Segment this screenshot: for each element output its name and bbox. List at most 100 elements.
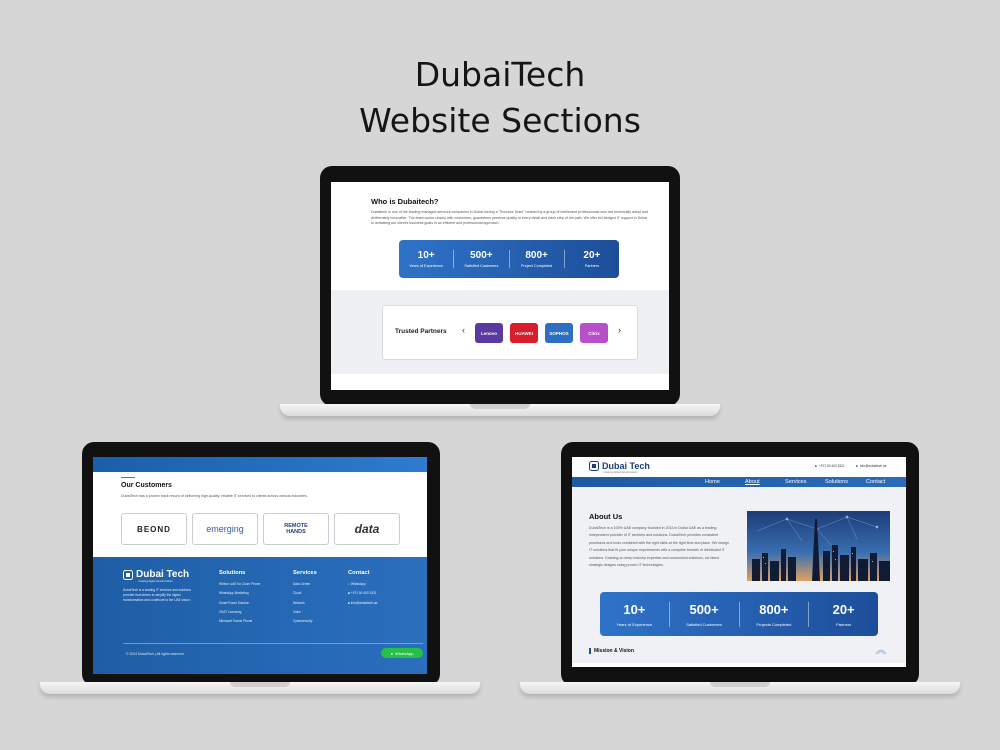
stat-label: Years of Experience — [616, 621, 653, 627]
trusted-partners-card: Trusted Partners ‹ Lenovo HUAWEI SOPHOS … — [382, 305, 638, 360]
customer-logo-emerging: emerging — [206, 524, 244, 534]
nav-services[interactable]: Services — [785, 479, 806, 485]
stat-number: 500+ — [689, 601, 719, 617]
about-title: About Us — [589, 512, 623, 521]
laptop-left: Our Customers DubaiTech has a proven tra… — [40, 442, 480, 696]
laptop-right-notch — [710, 682, 770, 687]
stat-label: Partners — [836, 621, 852, 627]
footer-brand: Dubai Tech — [123, 569, 189, 580]
footer-solutions: Solutions Ribbon UAE for Zoom Phone What… — [219, 570, 260, 628]
header-phone[interactable]: ■ +971 50 400 3321 — [815, 464, 845, 468]
decorative-wave-icon — [875, 649, 887, 655]
site-logo[interactable]: Dubai Tech — [589, 461, 650, 471]
customers-title: Our Customers — [121, 482, 172, 489]
header-email[interactable]: ■ info@dubaitech.ae — [856, 464, 887, 468]
stat-projects: 800+ Projects Completed — [740, 601, 810, 627]
carousel-prev-button[interactable]: ‹ — [462, 325, 465, 335]
whatsapp-button[interactable]: ● WhatsApp — [381, 648, 423, 658]
customer-logo-remote-hands: REMOTE HANDS — [284, 523, 308, 535]
stats-banner: 10+ Years of Experience 500+ Satisfied Cus… — [399, 240, 619, 278]
footer-link[interactable]: Smart Room Solution — [219, 601, 260, 606]
footer-link[interactable]: Cybersecurity — [293, 619, 317, 624]
footer-services: Services Data Center Cloud Network Voice… — [293, 570, 317, 628]
city-skyline-image — [747, 511, 890, 581]
customer-logo-beond: BEOND — [137, 524, 171, 534]
laptop-top-notch — [470, 404, 530, 409]
contact-whatsapp-label: WhatsApp — [350, 582, 366, 586]
footer-link[interactable]: Network — [293, 601, 317, 606]
stat-number: 800+ — [525, 250, 548, 261]
solutions-title: Solutions — [219, 570, 246, 576]
nav-solutions[interactable]: Solutions — [825, 479, 848, 485]
partner-logo-huawei[interactable]: HUAWEI — [510, 323, 538, 343]
stat-label: Satisfied Customers — [686, 621, 723, 627]
footer-link[interactable]: WhatsApp Marketing — [219, 591, 260, 596]
phone-icon: ■ — [815, 464, 817, 468]
footer-divider — [123, 643, 423, 644]
footer-link[interactable]: Microsoft Teams Phone — [219, 619, 260, 624]
partners-title: Trusted Partners — [395, 328, 447, 335]
laptop-left-notch — [230, 682, 290, 687]
stat-number: 800+ — [759, 601, 789, 617]
title-line-2: Website Sections — [359, 101, 641, 140]
partner-logo-citrix[interactable]: Citrix — [580, 323, 608, 343]
laptop-right-screen: Dubai Tech Creating digital transformati… — [572, 457, 906, 667]
header-band — [93, 457, 427, 472]
stat-number: 10+ — [417, 250, 435, 261]
contact-email-label: info@dubaitech.ae — [350, 600, 378, 605]
customers-text: DubaiTech has a proven track record of d… — [121, 494, 308, 498]
about-text: DubaiTech is a 100% UAE company founded … — [589, 526, 729, 568]
customer-card-data[interactable]: data — [334, 513, 400, 545]
whatsapp-icon: ● — [348, 582, 350, 586]
footer-contact: Contact ● WhatsApp ■ +971 50 400 3321 ■ … — [348, 570, 377, 610]
customer-card-beond[interactable]: BEOND — [121, 513, 187, 545]
header-email-label: info@dubaitech.ae — [859, 464, 887, 468]
brand-tagline: Creating digital transformation — [138, 580, 173, 583]
stat-projects: 800+ Project Completed — [510, 250, 565, 268]
stat-number: 500+ — [470, 250, 493, 261]
footer-link[interactable]: Data Center — [293, 582, 317, 587]
footer-link[interactable]: Cloud — [293, 591, 317, 596]
who-text: Dubaitech is one of the leading managed … — [371, 210, 648, 226]
section-accent-line — [121, 477, 135, 478]
nav-about[interactable]: About — [745, 479, 760, 485]
main-nav: Home About Services Solutions Contact — [572, 477, 906, 487]
header-phone-label: +971 50 400 3321 — [818, 464, 845, 468]
footer-link[interactable]: VSAT Licensing — [219, 610, 260, 615]
stat-partners: 20+ Partners — [809, 602, 878, 627]
partner-logo-sophos[interactable]: SOPHOS — [545, 323, 573, 343]
customer-card-remote-hands[interactable]: REMOTE HANDS — [263, 513, 329, 545]
footer-link[interactable]: Ribbon UAE for Zoom Phone — [219, 582, 260, 587]
contact-phone[interactable]: ■ +971 50 400 3321 — [348, 591, 377, 596]
brand-logo-icon — [123, 569, 133, 580]
brand-logo-icon — [589, 461, 599, 471]
contact-phone-label: +971 50 400 3321 — [350, 591, 377, 596]
nav-home[interactable]: Home — [705, 479, 720, 485]
stat-customers: 500+ Satisfied Customers — [670, 601, 740, 627]
customer-card-emerging[interactable]: emerging — [192, 513, 258, 545]
services-title: Services — [293, 570, 317, 576]
email-icon: ■ — [856, 464, 858, 468]
brand-name: Dubai Tech — [136, 569, 190, 580]
laptop-top-screen: Who is Dubaitech? Dubaitech is one of th… — [331, 182, 669, 390]
nav-contact[interactable]: Contact — [866, 479, 885, 485]
carousel-next-button[interactable]: › — [618, 325, 621, 335]
stat-number: 20+ — [832, 601, 855, 617]
footer-link[interactable]: Voice — [293, 610, 317, 615]
stat-label: Partners — [584, 264, 600, 268]
who-title: Who is Dubaitech? — [371, 197, 439, 206]
whatsapp-icon: ● — [390, 650, 393, 656]
title-line-1: DubaiTech — [414, 55, 586, 94]
stats-banner: 10+ Years of Experience 500+ Satisfied Cus… — [600, 592, 878, 636]
footer: Dubai Tech Creating digital transformati… — [93, 557, 427, 674]
copyright: © 2024 DubaiTech | All rights reserved — [126, 652, 184, 656]
stat-customers: 500+ Satisfied Customers — [454, 250, 510, 268]
contact-title: Contact — [348, 570, 370, 576]
customer-logo-data: data — [354, 522, 380, 536]
contact-whatsapp[interactable]: ● WhatsApp — [348, 582, 377, 587]
stat-label: Projects Completed — [756, 621, 792, 627]
brand-description: DubaiTech is a leading IT services and s… — [123, 588, 191, 603]
contact-email[interactable]: ■ info@dubaitech.ae — [348, 601, 377, 606]
partner-logo-lenovo[interactable]: Lenovo — [475, 323, 503, 343]
page-title: DubaiTech Website Sections — [0, 52, 1000, 144]
